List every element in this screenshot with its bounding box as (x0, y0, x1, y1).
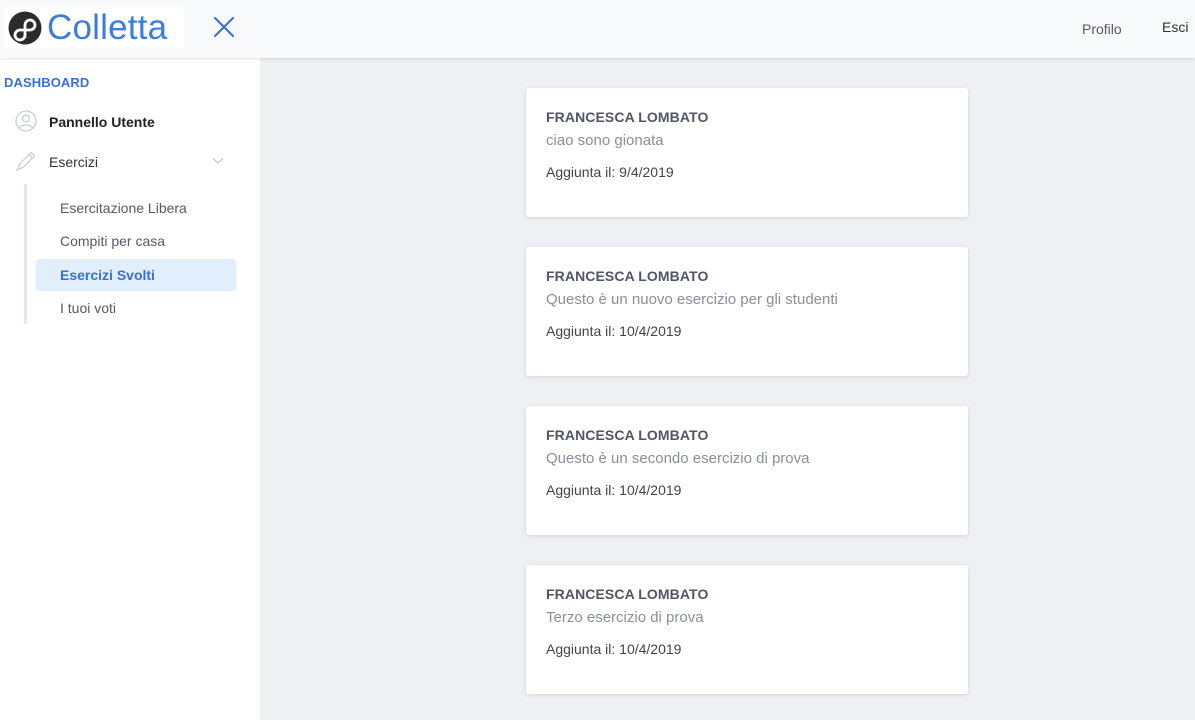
exercise-card[interactable]: FRANCESCA LOMBATO ciao sono gionata Aggi… (526, 88, 968, 217)
sidebar-subitem-esercizi-svolti[interactable]: Esercizi Svolti (36, 259, 236, 291)
sidebar-subitem-label: I tuoi voti (60, 300, 117, 316)
card-description: Terzo esercizio di prova (546, 609, 704, 626)
sidebar-item-label: Esercizi (49, 154, 99, 170)
sidebar-item-label: Pannello Utente (49, 114, 155, 130)
card-description: Questo è un secondo esercizio di prova (546, 450, 810, 467)
sidebar-subitem-i-tuoi-voti[interactable]: I tuoi voti (36, 292, 236, 324)
card-date: Aggiunta il: 10/4/2019 (546, 482, 682, 498)
pencil-icon (15, 151, 36, 172)
sidebar-subitem-label: Compiti per casa (60, 233, 166, 249)
sidebar-subitem-label: Esercitazione Libera (60, 200, 187, 216)
card-date: Aggiunta il: 10/4/2019 (546, 323, 682, 339)
close-icon (214, 17, 234, 37)
close-sidebar-button[interactable] (211, 14, 237, 40)
sidebar-subitem-esercitazione-libera[interactable]: Esercitazione Libera (36, 192, 236, 224)
exercise-card[interactable]: FRANCESCA LOMBATO Terzo esercizio di pro… (526, 565, 968, 694)
card-description: Questo è un nuovo esercizio per gli stud… (546, 291, 838, 308)
sidebar-item-pannello-utente[interactable]: Pannello Utente (0, 106, 240, 138)
submenu-indicator-bar (24, 184, 27, 324)
card-author: FRANCESCA LOMBATO (546, 586, 709, 602)
exercise-card[interactable]: FRANCESCA LOMBATO Questo è un secondo es… (526, 406, 968, 535)
sidebar-subitem-label: Esercizi Svolti (60, 267, 155, 283)
card-date: Aggiunta il: 10/4/2019 (546, 641, 682, 657)
card-author: FRANCESCA LOMBATO (546, 268, 709, 284)
card-description: ciao sono gionata (546, 132, 664, 149)
profile-link[interactable]: Profilo (1082, 21, 1122, 37)
sidebar-item-esercizi[interactable]: Esercizi (0, 146, 240, 178)
exercise-card[interactable]: FRANCESCA LOMBATO Questo è un nuovo eser… (526, 247, 968, 376)
logout-link[interactable]: Esci (1162, 19, 1188, 35)
card-date: Aggiunta il: 9/4/2019 (546, 164, 674, 180)
sidebar: DASHBOARD Pannello Utente Esercizi Eserc… (0, 58, 260, 720)
app-logo[interactable]: Colletta (4, 7, 184, 48)
sidebar-subitem-compiti-per-casa[interactable]: Compiti per casa (36, 225, 236, 257)
logo-icon (8, 11, 42, 44)
sidebar-heading: DASHBOARD (4, 75, 90, 90)
brand-name: Colletta (47, 8, 168, 47)
card-author: FRANCESCA LOMBATO (546, 109, 709, 125)
card-author: FRANCESCA LOMBATO (546, 427, 709, 443)
user-icon (15, 110, 37, 132)
chevron-down-icon (212, 158, 224, 164)
top-bar: Colletta Profilo Esci (0, 0, 1195, 58)
